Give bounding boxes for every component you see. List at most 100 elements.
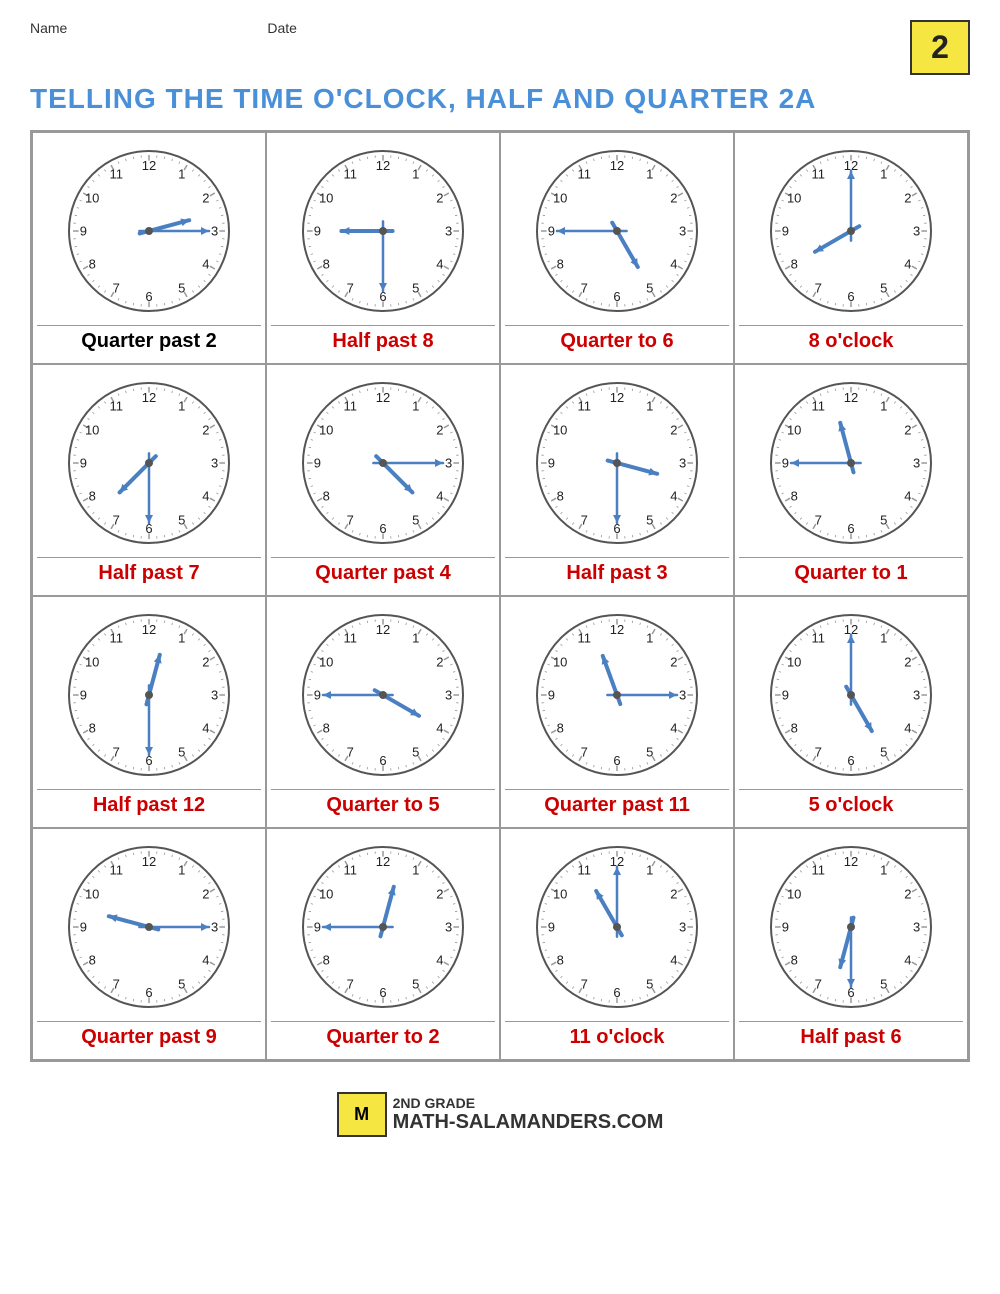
svg-text:8: 8 bbox=[557, 488, 564, 503]
svg-text:6: 6 bbox=[847, 521, 854, 536]
svg-text:3: 3 bbox=[445, 224, 452, 239]
svg-text:2: 2 bbox=[202, 191, 209, 206]
svg-text:2: 2 bbox=[904, 191, 911, 206]
svg-text:11: 11 bbox=[343, 167, 357, 182]
svg-text:6: 6 bbox=[379, 521, 386, 536]
svg-text:1: 1 bbox=[646, 399, 653, 414]
clock-face-10: 121234567891011 bbox=[293, 605, 473, 785]
svg-text:12: 12 bbox=[142, 622, 156, 637]
svg-text:12: 12 bbox=[376, 854, 390, 869]
svg-text:3: 3 bbox=[445, 920, 452, 935]
svg-text:11: 11 bbox=[109, 399, 123, 414]
clock-cell-1: 121234567891011 Quarter past 2 bbox=[32, 132, 266, 364]
svg-text:6: 6 bbox=[379, 985, 386, 1000]
svg-text:10: 10 bbox=[553, 887, 567, 902]
svg-text:3: 3 bbox=[211, 224, 218, 239]
name-date-fields: Name Date bbox=[30, 20, 297, 36]
clock-face-4: 121234567891011 bbox=[761, 141, 941, 321]
svg-text:11: 11 bbox=[811, 863, 825, 878]
svg-text:5: 5 bbox=[178, 744, 185, 759]
clock-face-6: 121234567891011 bbox=[293, 373, 473, 553]
svg-text:12: 12 bbox=[610, 158, 624, 173]
svg-text:4: 4 bbox=[904, 256, 911, 271]
svg-text:3: 3 bbox=[445, 456, 452, 471]
svg-text:7: 7 bbox=[815, 744, 822, 759]
clock-cell-5: 121234567891011 Half past 7 bbox=[32, 364, 266, 596]
clock-label-1: Quarter past 2 bbox=[37, 325, 261, 359]
svg-text:2: 2 bbox=[436, 423, 443, 438]
clock-face-5: 121234567891011 bbox=[59, 373, 239, 553]
svg-text:2: 2 bbox=[202, 423, 209, 438]
clock-cell-3: 121234567891011 Quarter to 6 bbox=[500, 132, 734, 364]
svg-text:9: 9 bbox=[314, 688, 321, 703]
clock-label-8: Quarter to 1 bbox=[739, 557, 963, 591]
svg-text:5: 5 bbox=[880, 744, 887, 759]
svg-text:4: 4 bbox=[670, 488, 677, 503]
svg-text:8: 8 bbox=[557, 952, 564, 967]
svg-text:1: 1 bbox=[646, 167, 653, 182]
svg-text:9: 9 bbox=[80, 224, 87, 239]
svg-text:9: 9 bbox=[314, 920, 321, 935]
svg-text:11: 11 bbox=[577, 399, 591, 414]
svg-text:9: 9 bbox=[80, 456, 87, 471]
clock-cell-14: 121234567891011 Quarter to 2 bbox=[266, 828, 500, 1060]
svg-text:4: 4 bbox=[202, 488, 209, 503]
clock-face-1: 121234567891011 bbox=[59, 141, 239, 321]
clock-cell-13: 121234567891011 Quarter past 9 bbox=[32, 828, 266, 1060]
svg-text:11: 11 bbox=[343, 863, 357, 878]
svg-text:4: 4 bbox=[670, 952, 677, 967]
clock-cell-16: 121234567891011 Half past 6 bbox=[734, 828, 968, 1060]
svg-text:4: 4 bbox=[904, 720, 911, 735]
clock-face-11: 121234567891011 bbox=[527, 605, 707, 785]
svg-text:5: 5 bbox=[880, 512, 887, 527]
svg-text:2: 2 bbox=[904, 423, 911, 438]
svg-text:2: 2 bbox=[904, 887, 911, 902]
svg-text:7: 7 bbox=[815, 280, 822, 295]
svg-text:10: 10 bbox=[787, 191, 801, 206]
svg-text:12: 12 bbox=[142, 390, 156, 405]
svg-text:12: 12 bbox=[376, 158, 390, 173]
svg-text:8: 8 bbox=[89, 256, 96, 271]
svg-text:8: 8 bbox=[791, 488, 798, 503]
footer-m: M bbox=[393, 1111, 410, 1133]
svg-text:10: 10 bbox=[553, 191, 567, 206]
clock-label-13: Quarter past 9 bbox=[37, 1021, 261, 1055]
svg-text:7: 7 bbox=[347, 744, 354, 759]
svg-text:9: 9 bbox=[314, 224, 321, 239]
svg-text:11: 11 bbox=[811, 167, 825, 182]
clock-label-3: Quarter to 6 bbox=[505, 325, 729, 359]
svg-text:8: 8 bbox=[791, 720, 798, 735]
svg-text:3: 3 bbox=[679, 920, 686, 935]
svg-text:2: 2 bbox=[670, 423, 677, 438]
svg-text:3: 3 bbox=[211, 688, 218, 703]
svg-text:9: 9 bbox=[782, 456, 789, 471]
svg-text:12: 12 bbox=[142, 854, 156, 869]
svg-text:9: 9 bbox=[80, 920, 87, 935]
svg-text:1: 1 bbox=[880, 167, 887, 182]
footer-text: 2ND GRADE MATH-SALAMANDERS.COM bbox=[393, 1095, 664, 1134]
clock-face-3: 121234567891011 bbox=[527, 141, 707, 321]
svg-text:7: 7 bbox=[581, 512, 588, 527]
svg-text:11: 11 bbox=[811, 399, 825, 414]
svg-text:9: 9 bbox=[548, 688, 555, 703]
svg-text:1: 1 bbox=[646, 863, 653, 878]
clock-face-2: 121234567891011 bbox=[293, 141, 473, 321]
svg-text:8: 8 bbox=[89, 720, 96, 735]
svg-text:8: 8 bbox=[323, 488, 330, 503]
svg-text:12: 12 bbox=[142, 158, 156, 173]
clock-cell-9: 121234567891011 Half past 12 bbox=[32, 596, 266, 828]
clock-label-14: Quarter to 2 bbox=[271, 1021, 495, 1055]
svg-text:1: 1 bbox=[412, 863, 419, 878]
clock-label-5: Half past 7 bbox=[37, 557, 261, 591]
svg-text:2: 2 bbox=[670, 191, 677, 206]
svg-text:2: 2 bbox=[904, 655, 911, 670]
footer-grade: 2ND GRADE bbox=[393, 1095, 475, 1111]
svg-text:12: 12 bbox=[376, 622, 390, 637]
clock-cell-6: 121234567891011 Quarter past 4 bbox=[266, 364, 500, 596]
svg-text:7: 7 bbox=[113, 280, 120, 295]
svg-text:11: 11 bbox=[343, 631, 357, 646]
svg-text:6: 6 bbox=[613, 985, 620, 1000]
svg-text:7: 7 bbox=[581, 744, 588, 759]
clock-face-16: 121234567891011 bbox=[761, 837, 941, 1017]
clock-face-8: 121234567891011 bbox=[761, 373, 941, 553]
